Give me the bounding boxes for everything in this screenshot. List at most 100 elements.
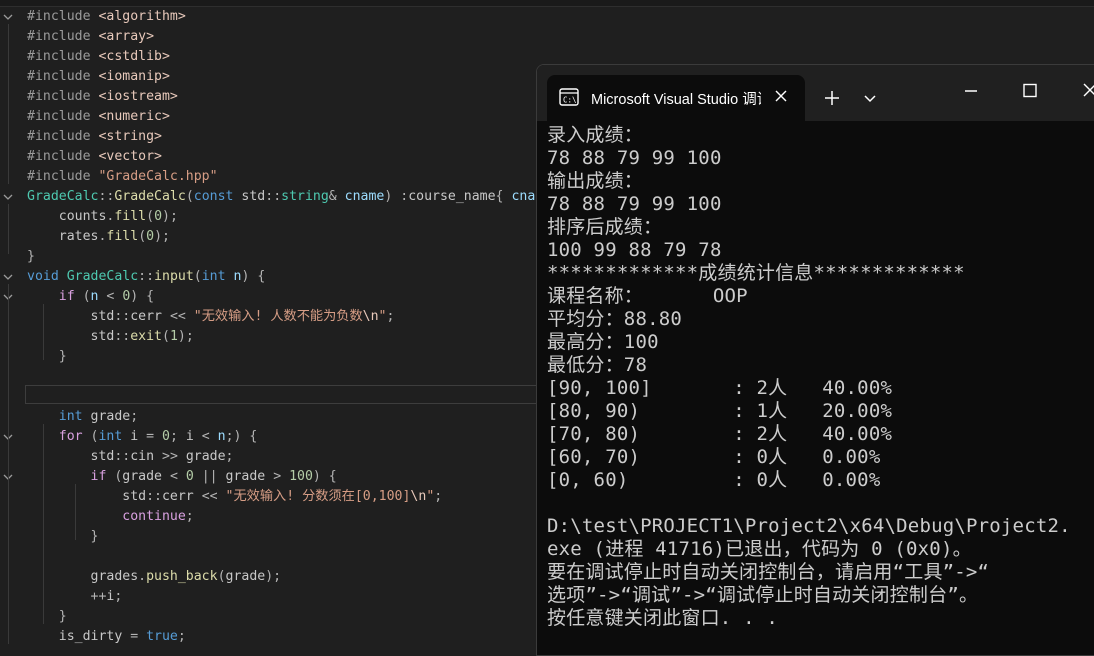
code-line[interactable]: if (n < 0) { xyxy=(27,287,535,307)
code-line[interactable]: void GradeCalc::input(int n) { xyxy=(27,267,535,287)
code-token: < xyxy=(98,289,123,304)
code-token: i xyxy=(185,429,194,444)
maximize-button[interactable] xyxy=(1015,79,1045,103)
svg-text:C:\: C:\ xyxy=(563,96,577,105)
code-token: ( xyxy=(185,189,194,204)
code-line[interactable]: if (grade < 0 || grade > 100) { xyxy=(27,467,535,487)
code-token: #include xyxy=(27,9,99,24)
code-line[interactable]: std::cerr << "无效输入! 人数不能为负数\n"; xyxy=(27,307,535,327)
code-token: std xyxy=(27,449,115,464)
console-tab[interactable]: C:\ Microsoft Visual Studio 调试控制台 xyxy=(547,75,805,122)
code-line[interactable]: #include <algorithm> xyxy=(27,7,535,27)
code-line[interactable]: std::exit(1); xyxy=(27,327,535,347)
code-token: } xyxy=(27,349,67,364)
code-token: << xyxy=(162,309,194,324)
code-token: GradeCalc xyxy=(66,269,139,284)
plus-icon xyxy=(825,91,839,105)
maximize-icon xyxy=(1023,83,1037,98)
code-token: true xyxy=(146,629,178,644)
code-line[interactable]: #include <iostream> xyxy=(27,87,535,107)
console-line: [70, 80) : 2人 40.00% xyxy=(547,423,893,445)
debug-console-window[interactable]: C:\ Microsoft Visual Studio 调试控制台 xyxy=(536,64,1094,656)
code-line[interactable]: } xyxy=(27,247,535,267)
code-token: < xyxy=(162,469,186,484)
code-line[interactable]: #include "GradeCalc.hpp" xyxy=(27,167,535,187)
code-line[interactable] xyxy=(27,547,535,567)
code-line[interactable]: #include <string> xyxy=(27,127,535,147)
code-token: #include xyxy=(27,29,99,44)
console-line: 最高分：100 xyxy=(547,331,659,353)
code-area[interactable]: #include <algorithm> #include <array> #inc… xyxy=(27,7,535,647)
code-line[interactable]: } xyxy=(27,347,535,367)
code-token: { xyxy=(495,189,512,204)
console-line: 78 88 79 99 100 xyxy=(547,193,722,215)
code-token: <iomanip> xyxy=(98,69,170,84)
fold-chevron-icon[interactable] xyxy=(2,11,14,23)
code-token: if xyxy=(27,289,83,304)
code-token: > xyxy=(265,469,290,484)
code-line[interactable]: rates.fill(0); xyxy=(27,227,535,247)
code-token: & xyxy=(328,189,345,204)
code-token: push_back xyxy=(146,569,218,584)
code-token: grade xyxy=(185,449,226,464)
code-token: #include xyxy=(27,149,99,164)
code-line[interactable]: #include <array> xyxy=(27,27,535,47)
console-output[interactable]: 录入成绩： 78 88 79 99 100 输出成绩： 78 88 79 99 100… xyxy=(547,124,1094,630)
code-token: rates xyxy=(27,229,99,244)
code-line[interactable]: std::cerr << "无效输入! 分数须在[0,100]\n"; xyxy=(27,487,535,507)
code-line[interactable]: } xyxy=(27,607,535,627)
code-token: int xyxy=(27,409,91,424)
code-token: ( xyxy=(138,229,147,244)
code-line[interactable]: GradeCalc::GradeCalc(const std::string& … xyxy=(27,187,535,207)
code-line[interactable]: ++i; xyxy=(27,587,535,607)
code-token: fill xyxy=(106,229,139,244)
console-line: 课程名称： OOP xyxy=(547,285,748,307)
code-token: :: xyxy=(114,309,131,324)
title-bar[interactable]: C:\ Microsoft Visual Studio 调试控制台 xyxy=(537,65,1094,122)
tab-dropdown-button[interactable] xyxy=(859,87,881,109)
minimize-button[interactable] xyxy=(955,81,985,101)
new-tab-button[interactable] xyxy=(821,87,843,109)
code-token: ( xyxy=(162,329,170,344)
code-line[interactable]: #include <cstdlib> xyxy=(27,47,535,67)
code-token: cin xyxy=(130,449,155,464)
indent-guide xyxy=(8,204,9,254)
tab-close-icon[interactable] xyxy=(771,86,791,106)
fold-chevron-icon[interactable] xyxy=(2,191,14,203)
indent-guide xyxy=(43,304,44,360)
code-line[interactable]: for (int i = 0; i < n;) { xyxy=(27,427,535,447)
code-token: continue xyxy=(27,509,186,524)
code-token: course_name xyxy=(408,189,496,204)
code-token: const xyxy=(193,189,242,204)
code-token: \n xyxy=(410,489,427,504)
code-line[interactable]: #include <vector> xyxy=(27,147,535,167)
code-line[interactable]: } xyxy=(27,527,535,547)
code-token: cerr xyxy=(161,489,194,504)
console-line: 最低分：78 xyxy=(547,354,648,376)
fold-chevron-icon[interactable] xyxy=(2,271,14,283)
code-line[interactable] xyxy=(27,367,535,387)
window-close-button[interactable] xyxy=(1075,79,1094,103)
code-line[interactable]: int grade; xyxy=(27,407,535,427)
code-token: exit xyxy=(130,329,162,344)
code-line[interactable]: std::cin >> grade; xyxy=(27,447,535,467)
code-line[interactable]: counts.fill(0); xyxy=(27,207,535,227)
code-line[interactable] xyxy=(27,387,535,407)
code-line[interactable]: #include <numeric> xyxy=(27,107,535,127)
code-token: #include xyxy=(27,129,99,144)
code-token: ); xyxy=(154,229,170,244)
code-token: void xyxy=(27,269,67,284)
code-token: #include xyxy=(27,69,99,84)
code-token: || xyxy=(193,469,226,484)
code-token: cna xyxy=(511,189,536,204)
code-token: ; xyxy=(434,489,443,504)
code-token: ( xyxy=(146,209,155,224)
code-line[interactable]: continue; xyxy=(27,507,535,527)
code-line[interactable]: grades.push_back(grade); xyxy=(27,567,535,587)
code-token: ( xyxy=(193,269,202,284)
code-line[interactable]: is_dirty = true; xyxy=(27,627,535,647)
console-line: 输出成绩： xyxy=(547,170,644,192)
code-token: 0 xyxy=(162,429,170,444)
indent-guide xyxy=(75,484,76,540)
code-line[interactable]: #include <iomanip> xyxy=(27,67,535,87)
